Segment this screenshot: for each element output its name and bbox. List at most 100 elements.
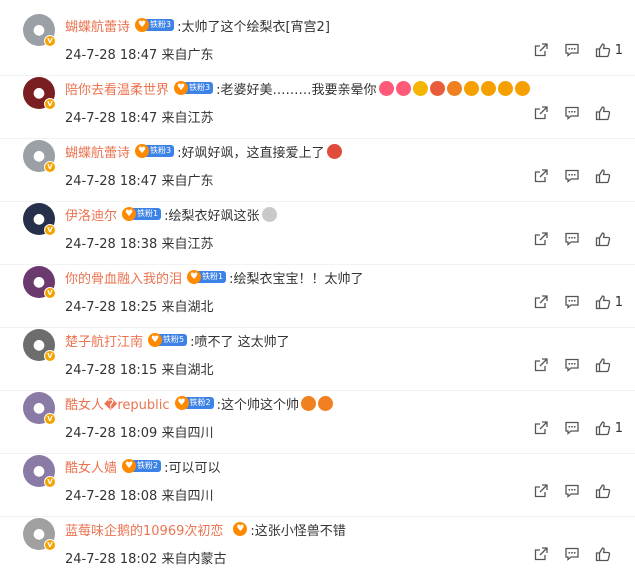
comment-time: 24-7-28 18:02 <box>65 552 162 567</box>
fan-badge[interactable]: ♥ 铁粉1 <box>122 207 162 221</box>
fan-badge-label: 铁粉3 <box>146 19 175 31</box>
fan-heart-icon: ♥ <box>135 144 150 158</box>
share-icon[interactable] <box>533 42 549 58</box>
thumbs-up-icon[interactable] <box>595 168 611 184</box>
username-link[interactable]: 蓝莓味企鹅的10969次初恋 <box>65 520 223 539</box>
fan-heart-icon: ♥ <box>174 81 189 95</box>
share-icon[interactable] <box>533 420 549 436</box>
thumbs-up-icon[interactable] <box>595 483 611 499</box>
like-count: 1 <box>614 294 623 310</box>
fan-badge[interactable]: ♥ 铁粉5 <box>148 333 188 347</box>
comment-meta: 24-7-28 18:47 来自广东 <box>65 170 213 189</box>
comment-location: 来自四川 <box>161 489 214 504</box>
comment-actions <box>518 105 623 121</box>
comment-text: :好飒好飒，这直接爱上了 <box>177 145 325 161</box>
fan-badge[interactable]: ♥ 铁粉1 <box>187 270 227 284</box>
emoji-icon <box>497 80 513 96</box>
comment-location: 来自广东 <box>161 48 214 63</box>
fan-badge-label: 铁粉5 <box>159 334 188 346</box>
thumbs-up-icon[interactable] <box>595 231 611 247</box>
share-icon[interactable] <box>533 357 549 373</box>
comment-location: 来自内蒙古 <box>161 552 227 567</box>
verified-badge-icon: V <box>44 476 56 488</box>
comment-actions <box>518 483 623 499</box>
thumbs-up-icon[interactable] <box>595 105 611 121</box>
fan-heart-icon: ♥ <box>233 522 248 536</box>
username-link[interactable]: 蝴蝶航蕾诗 <box>65 16 130 35</box>
verified-badge-icon: V <box>44 413 56 425</box>
verified-badge-icon: V <box>44 35 56 47</box>
share-icon[interactable] <box>533 168 549 184</box>
comment-icon[interactable] <box>564 42 580 58</box>
share-icon[interactable] <box>533 546 549 562</box>
fan-heart-icon: ♥ <box>148 333 163 347</box>
comment-item: ● V 蝴蝶航蕾诗 ♥ 铁粉3 :太帅了这个绘梨衣[宵宫2] 24-7-28 1… <box>0 12 635 76</box>
comment-header: 酷女人�republic ♥ 铁粉2 :这个帅这个帅 <box>65 392 615 414</box>
share-icon[interactable] <box>533 231 549 247</box>
emoji-icon <box>301 395 316 411</box>
like-count: 1 <box>614 420 623 436</box>
thumbs-up-icon[interactable] <box>595 42 611 58</box>
comment-text: :这个帅这个帅 <box>216 397 299 413</box>
fan-badge-label: 铁粉2 <box>133 460 162 472</box>
comment-icon[interactable] <box>564 546 580 562</box>
emoji-icon <box>463 80 479 96</box>
emoji-group <box>260 206 277 222</box>
username-link[interactable]: 蝴蝶航蕾诗 <box>65 142 130 161</box>
comment-icon[interactable] <box>564 483 580 499</box>
comment-actions <box>518 168 623 184</box>
username-link[interactable]: 伊洛迪尔 <box>65 205 117 224</box>
comment-time: 24-7-28 18:38 <box>65 237 162 252</box>
emoji-icon <box>318 395 333 411</box>
comment-icon[interactable] <box>564 231 580 247</box>
thumbs-up-icon[interactable] <box>595 294 611 310</box>
share-icon[interactable] <box>533 483 549 499</box>
username-link[interactable]: 酷女人�republic <box>65 394 170 413</box>
emoji-group <box>325 143 342 159</box>
username-link[interactable]: 酷女人嫱 <box>65 457 117 476</box>
fan-badge-label: 铁粉2 <box>185 397 214 409</box>
comment-location: 来自湖北 <box>161 363 214 378</box>
fan-badge[interactable]: ♥ <box>228 522 248 536</box>
comment-text: :绘梨衣好飒这张 <box>164 208 260 224</box>
comment-meta: 24-7-28 18:09 来自四川 <box>65 422 213 441</box>
thumbs-up-icon[interactable] <box>595 357 611 373</box>
emoji-group <box>299 395 333 411</box>
verified-badge-icon: V <box>44 350 56 362</box>
thumbs-up-icon[interactable] <box>595 546 611 562</box>
verified-badge-icon: V <box>44 539 56 551</box>
comment-icon[interactable] <box>564 357 580 373</box>
fan-badge-label: 铁粉1 <box>198 271 227 283</box>
comment-time: 24-7-28 18:08 <box>65 489 162 504</box>
fan-badge[interactable]: ♥ 铁粉3 <box>135 144 175 158</box>
username-link[interactable]: 你的骨血融入我的泪 <box>65 268 182 287</box>
comment-icon[interactable] <box>564 168 580 184</box>
fan-heart-icon: ♥ <box>174 396 189 410</box>
comment-location: 来自江苏 <box>161 237 214 252</box>
emoji-icon <box>480 80 496 96</box>
fan-badge[interactable]: ♥ 铁粉3 <box>174 81 214 95</box>
comment-location: 来自江苏 <box>161 111 214 126</box>
comment-actions <box>518 546 623 562</box>
comment-meta: 24-7-28 18:02 来自内蒙古 <box>65 548 226 567</box>
comment-text: :喷不了 这太帅了 <box>190 334 290 350</box>
fan-badge[interactable]: ♥ 铁粉2 <box>174 396 214 410</box>
comment-location: 来自湖北 <box>161 300 214 315</box>
comment-item: ● V 蓝莓味企鹅的10969次初恋 ♥ :这张小怪兽不错 24-7-28 18… <box>0 516 635 574</box>
comment-icon[interactable] <box>564 294 580 310</box>
fan-badge[interactable]: ♥ 铁粉3 <box>135 18 175 32</box>
share-icon[interactable] <box>533 105 549 121</box>
comment-header: 蓝莓味企鹅的10969次初恋 ♥ :这张小怪兽不错 <box>65 518 615 540</box>
thumbs-up-icon[interactable] <box>595 420 611 436</box>
username-link[interactable]: 楚子航打江南 <box>65 331 143 350</box>
comment-icon[interactable] <box>564 420 580 436</box>
share-icon[interactable] <box>533 294 549 310</box>
fan-heart-icon: ♥ <box>122 459 137 473</box>
comment-time: 24-7-28 18:47 <box>65 111 162 126</box>
username-link[interactable]: 陪你去看温柔世界 <box>65 79 169 98</box>
comment-time: 24-7-28 18:09 <box>65 426 162 441</box>
comment-time: 24-7-28 18:15 <box>65 363 162 378</box>
fan-badge[interactable]: ♥ 铁粉2 <box>122 459 162 473</box>
comment-actions: 1 <box>518 294 623 310</box>
comment-icon[interactable] <box>564 105 580 121</box>
